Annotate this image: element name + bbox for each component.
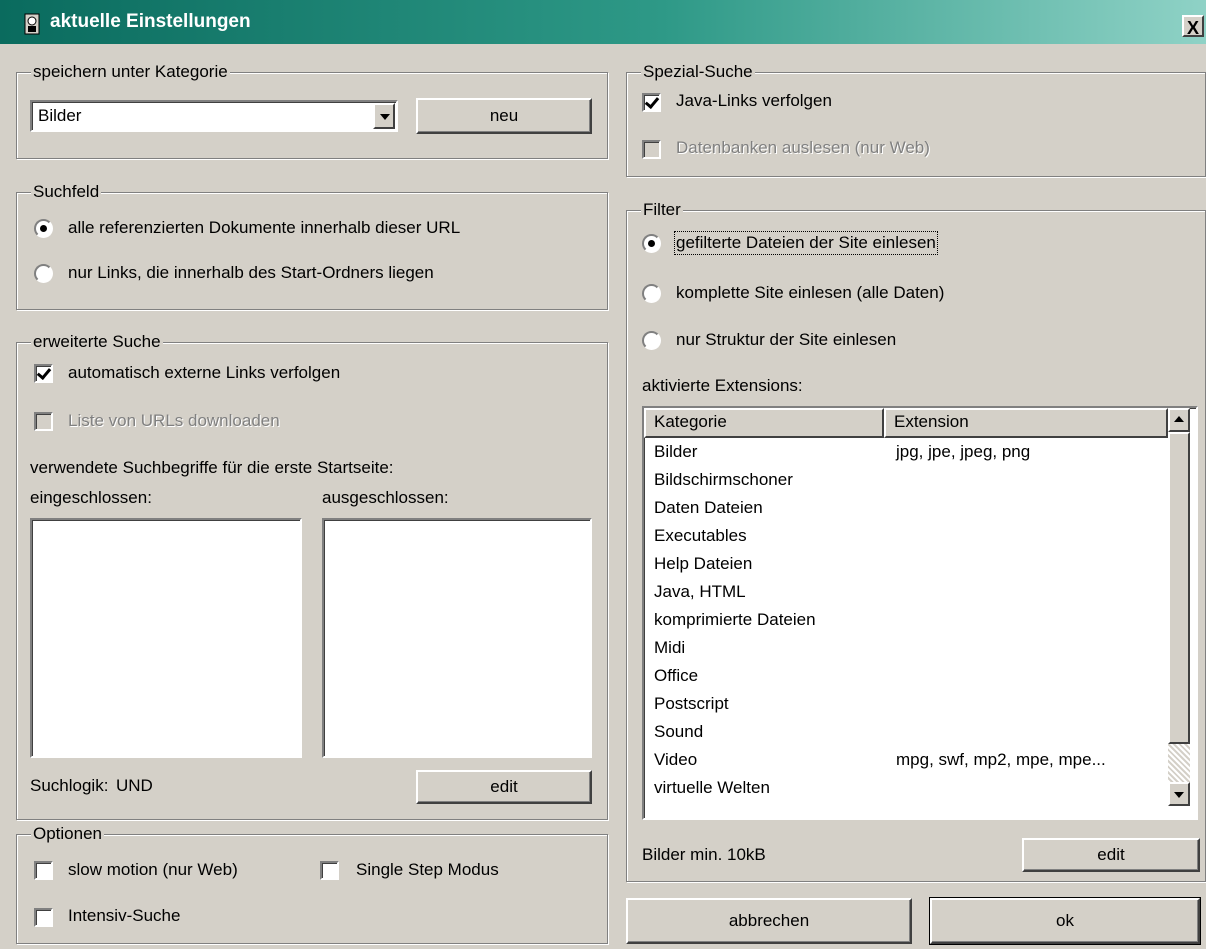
search-terms-caption: verwendete Suchbegriffe für die erste St… <box>30 458 394 477</box>
extended-search-legend: erweiterte Suche <box>31 332 163 352</box>
search-field-group: Suchfeld <box>16 182 608 310</box>
excluded-label: ausgeschlossen: <box>322 488 449 507</box>
column-header-extension[interactable]: Extension <box>884 408 1168 438</box>
auto-links-label[interactable]: automatisch externe Links verfolgen <box>68 363 340 383</box>
search-logic-label: Suchlogik: <box>30 776 109 795</box>
extension-row-category[interactable]: virtuelle Welten <box>654 774 770 801</box>
url-list-checkbox <box>34 412 53 431</box>
extension-row-extensions[interactable]: jpg, jpe, jpeg, png <box>896 438 1030 465</box>
extension-row-category[interactable]: komprimierte Dateien <box>654 606 816 633</box>
extension-row-category[interactable]: Executables <box>654 522 747 549</box>
url-list-label: Liste von URLs downloaden <box>68 411 280 430</box>
category-combobox[interactable]: Bilder <box>30 100 398 132</box>
radio-structure-only[interactable] <box>642 331 661 350</box>
single-step-checkbox[interactable] <box>320 861 339 880</box>
special-search-legend: Spezial-Suche <box>641 62 755 82</box>
cancel-button[interactable]: abbrechen <box>626 898 912 944</box>
special-search-group: Spezial-Suche <box>626 62 1206 177</box>
window-title: aktuelle Einstellungen <box>50 11 251 32</box>
column-header-category[interactable]: Kategorie <box>644 408 884 438</box>
close-button[interactable]: X <box>1182 15 1204 38</box>
included-terms-list[interactable] <box>30 518 302 758</box>
radio-start-folder-label[interactable]: nur Links, die innerhalb des Start-Ordne… <box>68 263 434 283</box>
slow-motion-label[interactable]: slow motion (nur Web) <box>68 860 238 880</box>
chevron-down-icon[interactable] <box>373 103 395 129</box>
new-category-button[interactable]: neu <box>416 98 592 134</box>
search-field-legend: Suchfeld <box>31 182 102 202</box>
extension-row-category[interactable]: Daten Dateien <box>654 494 763 521</box>
java-links-label[interactable]: Java-Links verfolgen <box>676 91 832 111</box>
filter-legend: Filter <box>641 200 683 220</box>
scrollbar-track[interactable] <box>1168 744 1190 782</box>
single-step-label[interactable]: Single Step Modus <box>356 860 499 880</box>
category-selected: Bilder <box>38 106 82 125</box>
category-legend: speichern unter Kategorie <box>31 62 230 82</box>
min-size-label: Bilder min. 10kB <box>642 845 766 864</box>
options-legend: Optionen <box>31 824 104 844</box>
ok-button[interactable]: ok <box>929 897 1201 945</box>
extension-row-category[interactable]: Bildschirmschoner <box>654 466 793 493</box>
extension-row-category[interactable]: Help Dateien <box>654 550 752 577</box>
extension-row-category[interactable]: Java, HTML <box>654 578 746 605</box>
slow-motion-checkbox[interactable] <box>34 861 53 880</box>
extension-row-category[interactable]: Midi <box>654 634 685 661</box>
radio-all-referenced-label[interactable]: alle referenzierten Dokumente innerhalb … <box>68 218 460 238</box>
extensions-list[interactable]: Kategorie Extension Bilder jpg, jpe, jpeg… <box>642 406 1198 820</box>
radio-complete-site-label[interactable]: komplette Site einlesen (alle Daten) <box>676 283 944 303</box>
extension-row-category[interactable]: Postscript <box>654 690 729 717</box>
extension-row-category[interactable]: Sound <box>654 718 703 745</box>
intensive-search-label[interactable]: Intensiv-Suche <box>68 906 180 926</box>
intensive-search-checkbox[interactable] <box>34 908 53 927</box>
scrollbar-thumb[interactable] <box>1168 432 1190 744</box>
database-label: Datenbanken auslesen (nur Web) <box>676 138 930 157</box>
edit-search-terms-button[interactable]: edit <box>416 770 592 804</box>
extension-row-category[interactable]: Video <box>654 746 697 773</box>
scroll-down-icon[interactable] <box>1168 782 1190 806</box>
extension-row-category[interactable]: Office <box>654 662 698 689</box>
database-checkbox <box>642 140 661 159</box>
radio-start-folder[interactable] <box>34 264 53 283</box>
scroll-up-icon[interactable] <box>1168 408 1190 432</box>
radio-all-referenced[interactable] <box>34 219 53 238</box>
radio-filtered-files[interactable] <box>642 234 661 253</box>
options-group: Optionen <box>16 824 608 944</box>
radio-filtered-files-label[interactable]: gefilterte Dateien der Site einlesen <box>674 231 938 255</box>
extension-row-category[interactable]: Bilder <box>654 438 697 465</box>
extensions-caption: aktivierte Extensions: <box>642 376 803 395</box>
extension-row-extensions[interactable]: mpg, swf, mp2, mpe, mpe... <box>896 746 1106 773</box>
title-bar: aktuelle Einstellungen X <box>0 0 1206 44</box>
java-links-checkbox[interactable] <box>642 93 661 112</box>
excluded-terms-list[interactable] <box>322 518 592 758</box>
included-label: eingeschlossen: <box>30 488 152 507</box>
app-icon <box>24 13 40 35</box>
radio-structure-only-label[interactable]: nur Struktur der Site einlesen <box>676 330 896 350</box>
search-logic-value: UND <box>116 776 153 795</box>
edit-filter-button[interactable]: edit <box>1022 838 1200 872</box>
auto-links-checkbox[interactable] <box>34 364 53 383</box>
radio-complete-site[interactable] <box>642 284 661 303</box>
